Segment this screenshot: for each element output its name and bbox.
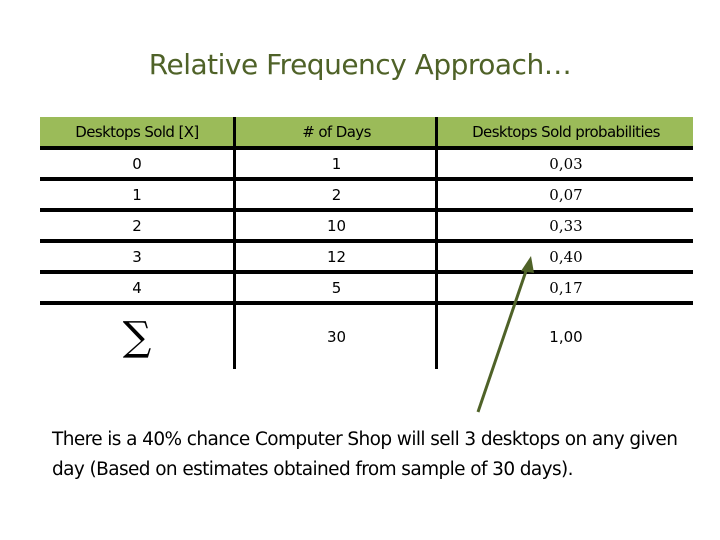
total-probability: 1,00: [549, 328, 583, 346]
sigma-sum-icon: ∑: [122, 314, 152, 360]
cell-num-days: 1: [331, 155, 342, 173]
cell-probability: 0,07: [549, 186, 583, 204]
slide-title: Relative Frequency Approach…: [148, 48, 572, 81]
header-num-days: # of Days: [302, 123, 371, 141]
cell-desktops-sold: 2: [132, 217, 142, 235]
cell-desktops-sold: 3: [132, 248, 142, 266]
cell-desktops-sold: 4: [132, 279, 142, 297]
cell-probability: 0,40: [549, 248, 583, 266]
cell-desktops-sold: 1: [132, 186, 142, 204]
cell-probability: 0,03: [549, 155, 583, 173]
cell-probability: 0,17: [549, 279, 583, 297]
cell-desktops-sold: 0: [132, 155, 142, 173]
header-probabilities: Desktops Sold probabilities: [472, 123, 660, 141]
cell-probability: 0,33: [549, 217, 583, 235]
cell-num-days: 2: [331, 186, 342, 204]
header-desktops-sold: Desktops Sold [X]: [75, 123, 199, 141]
cell-num-days: 10: [326, 217, 347, 235]
cell-num-days: 5: [331, 279, 342, 297]
table-header: Desktops Sold [X] # of Days Desktops Sol…: [40, 117, 693, 147]
cell-num-days: 12: [326, 248, 347, 266]
total-days: 30: [326, 328, 347, 346]
explanation-note: There is a 40% chance Computer Shop will…: [52, 429, 678, 480]
